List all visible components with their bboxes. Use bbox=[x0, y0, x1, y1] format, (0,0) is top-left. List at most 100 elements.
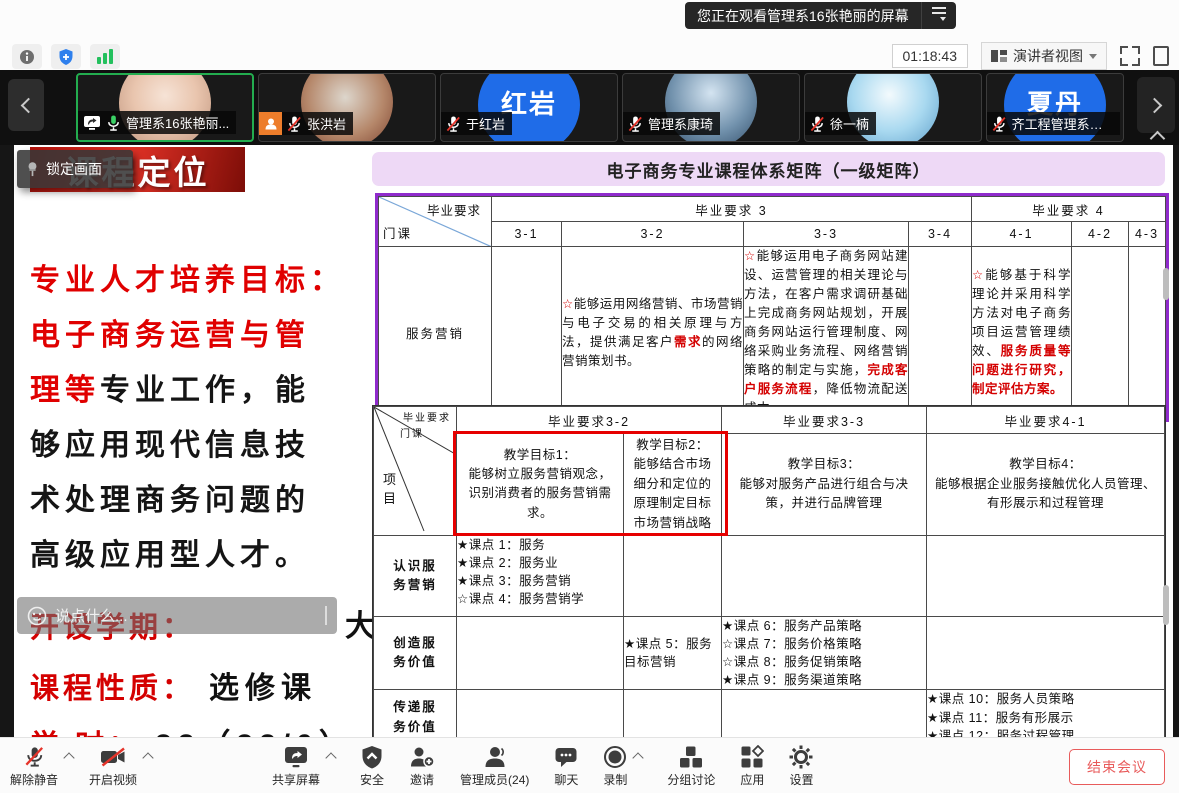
breakout-rooms-button[interactable]: 分组讨论 bbox=[667, 744, 715, 788]
unmute-button[interactable]: 解除静音 bbox=[10, 744, 73, 788]
column-group-header: 毕业要求3-3 bbox=[722, 407, 927, 434]
participant-tiles: 管理系16张艳丽... 张洪岩 红岩 于红岩 管理 bbox=[76, 73, 1124, 142]
column-header: 3-3 bbox=[744, 222, 909, 247]
invite-button[interactable]: 邀请 bbox=[409, 744, 435, 788]
participant-name-tag: 张洪岩 bbox=[259, 112, 353, 135]
column-header: 4-2 bbox=[1072, 222, 1129, 247]
person-icon bbox=[263, 116, 279, 132]
participant-tile[interactable]: 张洪岩 bbox=[258, 73, 436, 142]
security-button[interactable]: 安全 bbox=[360, 744, 384, 788]
course-nature-label: 课程性质： bbox=[30, 673, 195, 705]
table2-cell bbox=[722, 535, 927, 616]
course-hours-line: 学 时： 32（32/0） bbox=[30, 720, 355, 737]
table2-cell bbox=[457, 616, 624, 690]
filmstrip-scroll-left[interactable] bbox=[8, 79, 44, 131]
manage-members-button[interactable]: 管理成员(24) bbox=[460, 744, 529, 788]
view-mode-label: 演讲者视图 bbox=[1013, 46, 1083, 66]
meeting-info-icon[interactable] bbox=[12, 44, 42, 69]
share-screen-icon bbox=[283, 745, 309, 769]
chevron-left-icon bbox=[20, 97, 36, 113]
chevron-up-icon[interactable] bbox=[63, 752, 74, 763]
mic-muted-icon bbox=[810, 115, 825, 133]
course-hours-value: 32（32/0） bbox=[155, 729, 355, 737]
network-signal-icon[interactable] bbox=[90, 44, 120, 69]
stage-left-edge bbox=[0, 145, 14, 737]
participant-tile[interactable]: 红岩 于红岩 bbox=[440, 73, 618, 142]
end-meeting-button[interactable]: 结束会议 bbox=[1069, 749, 1165, 785]
row-label: 服务营销 bbox=[379, 247, 492, 419]
top-toolbar: 01:18:43 演讲者视图 bbox=[0, 0, 1179, 70]
table2-cell bbox=[457, 690, 624, 737]
participant-name: 齐工程管理系夏丹 bbox=[1012, 114, 1114, 133]
meeting-timer: 01:18:43 bbox=[892, 44, 969, 68]
chat-bubble-icon bbox=[554, 745, 578, 769]
emoji-smiley-icon bbox=[27, 606, 47, 626]
record-button[interactable]: 录制 bbox=[603, 744, 642, 788]
members-icon bbox=[482, 745, 508, 769]
chevron-right-icon bbox=[1146, 97, 1162, 113]
fullscreen-icon[interactable] bbox=[1120, 46, 1140, 66]
filmstrip-scroll-right[interactable] bbox=[1137, 77, 1175, 133]
mic-on-icon bbox=[106, 114, 121, 132]
participant-name: 管理系16张艳丽... bbox=[126, 113, 229, 132]
matrix-table-1: 毕业要求 门课 毕业要求 3 毕业要求 4 3-1 3-2 3-3 3-4 4-… bbox=[375, 193, 1169, 422]
watch-banner-text: 您正在观看管理系16张艳丽的屏幕 bbox=[685, 6, 921, 26]
scrollbar-thumb[interactable] bbox=[1163, 268, 1169, 300]
toolbar-center-group: 共享屏幕 安全 邀请 管理成员(24) 聊天 录制 bbox=[272, 744, 813, 788]
column-header: 3-4 bbox=[909, 222, 972, 247]
info-icon bbox=[19, 49, 35, 65]
panel-toggle-icon[interactable] bbox=[1153, 46, 1169, 66]
apps-button[interactable]: 应用 bbox=[740, 744, 764, 788]
participant-status-badge bbox=[259, 112, 282, 135]
shield-plus-icon bbox=[58, 48, 74, 66]
scrollbar-thumb[interactable] bbox=[1163, 585, 1169, 625]
table2-cell bbox=[927, 535, 1165, 616]
row-label: 创造服 务价值 bbox=[374, 616, 457, 690]
participant-name-tag: 齐工程管理系夏丹 bbox=[987, 112, 1120, 135]
column-group-header: 毕业要求 4 bbox=[972, 197, 1166, 222]
participant-tile[interactable]: 管理系16张艳丽... bbox=[76, 73, 254, 142]
start-video-button[interactable]: 开启视频 bbox=[89, 744, 152, 788]
settings-button[interactable]: 设置 bbox=[789, 744, 813, 788]
teaching-objective-2: 教学目标2： 能够结合市场细分和定位的原理制定目标市场营销战略 bbox=[624, 434, 722, 536]
participant-tile[interactable]: 徐一楠 bbox=[804, 73, 982, 142]
chat-input-overlay[interactable]: 说点什么... bbox=[17, 597, 337, 634]
teaching-objective-3: 教学目标3： 能够对服务产品进行组合与决策，并进行品牌管理 bbox=[722, 434, 927, 536]
chat-button[interactable]: 聊天 bbox=[554, 744, 578, 788]
table2-cell: ★课点 6：服务产品策略 ☆课点 7：服务价格策略 ☆课点 8：服务促销策略 ★… bbox=[722, 616, 927, 690]
watch-banner: 您正在观看管理系16张艳丽的屏幕 bbox=[685, 2, 956, 29]
security-shield-icon[interactable] bbox=[51, 44, 81, 69]
column-header: 4-3 bbox=[1129, 222, 1166, 247]
table2-cell bbox=[927, 616, 1165, 690]
apps-grid-icon bbox=[740, 745, 764, 769]
table2-cell: ★课点 10：服务人员策略 ★课点 11：服务有形展示 ★课点 12：服务过程管… bbox=[927, 690, 1165, 737]
participant-name-tag: 管理系康琦 bbox=[623, 112, 720, 135]
view-mode-button[interactable]: 演讲者视图 bbox=[981, 42, 1107, 70]
lock-view-button[interactable]: 锁定画面 bbox=[17, 150, 133, 188]
chevron-up-icon[interactable] bbox=[325, 752, 336, 763]
screen-share-icon bbox=[83, 115, 101, 131]
chevron-up-icon[interactable] bbox=[633, 752, 644, 763]
mic-muted-icon bbox=[287, 115, 302, 133]
table2-cell: ★课点 1：服务 ★课点 2：服务业 ★课点 3：服务营销 ☆课点 4：服务营销… bbox=[457, 535, 624, 616]
chevron-up-icon[interactable] bbox=[142, 752, 153, 763]
participant-tile[interactable]: 夏丹 齐工程管理系夏丹 bbox=[986, 73, 1124, 142]
share-screen-button[interactable]: 共享屏幕 bbox=[272, 744, 335, 788]
participant-name-tag: 于红岩 bbox=[441, 112, 512, 135]
breakout-blocks-icon bbox=[679, 745, 703, 769]
participant-tile[interactable]: 管理系康琦 bbox=[622, 73, 800, 142]
participant-name-tag: 徐一楠 bbox=[805, 112, 876, 135]
camera-muted-icon bbox=[100, 746, 126, 768]
mic-muted-icon bbox=[446, 115, 461, 133]
table2-corner-cell: 毕业要求 门课 项 目 bbox=[374, 407, 457, 536]
course-hours-label: 学 时： bbox=[30, 730, 141, 737]
table1-cell-4-1: ☆能够基于科学理论并采用科学方法对电子商务项目运营管理绩效、服务质量等问题进行研… bbox=[972, 247, 1072, 419]
column-group-header: 毕业要求3-2 bbox=[457, 407, 722, 434]
row-label: 认识服 务营销 bbox=[374, 535, 457, 616]
filmstrip-collapse-icon[interactable] bbox=[1150, 131, 1166, 147]
teaching-objective-1: 教学目标1： 能够树立服务营销观念，识别消费者的服务营销需求。 bbox=[457, 434, 624, 536]
participant-name-tag: 管理系16张艳丽... bbox=[78, 111, 236, 134]
watch-banner-menu-icon[interactable] bbox=[921, 2, 956, 29]
mic-muted-icon bbox=[992, 115, 1007, 133]
table2-cell bbox=[624, 690, 722, 737]
